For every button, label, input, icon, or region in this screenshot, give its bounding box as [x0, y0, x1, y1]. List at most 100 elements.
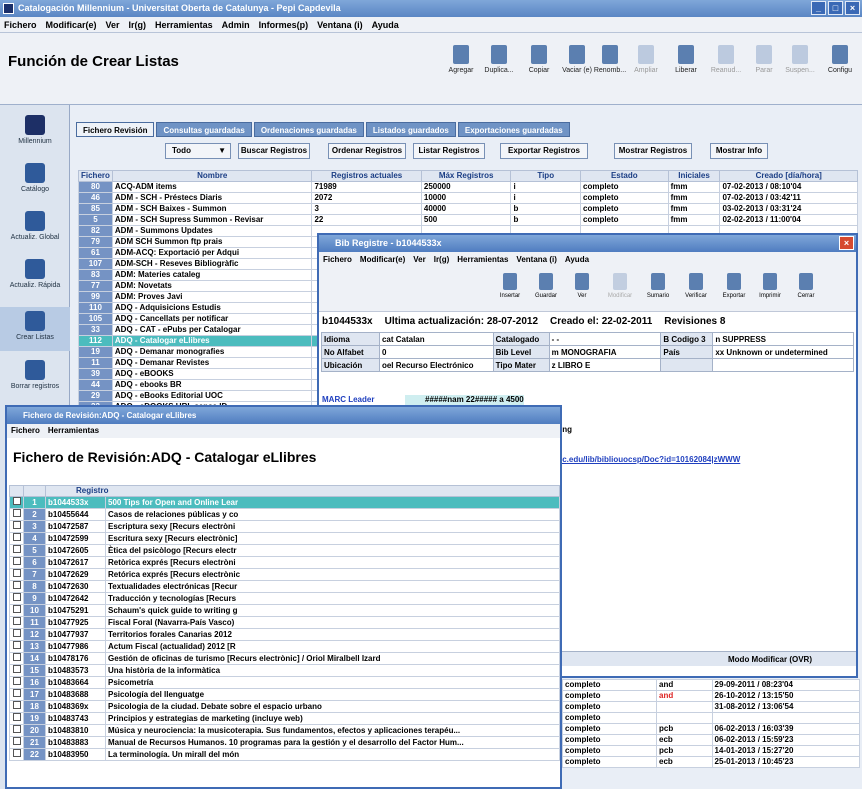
imprimir-button[interactable]: Imprimir: [755, 273, 785, 299]
table-row[interactable]: completo pcb 14-01-2013 / 15:27'20: [562, 745, 861, 757]
reanudar-button[interactable]: Reanud...: [708, 45, 744, 74]
row-checkbox[interactable]: [9, 724, 24, 737]
fixed-field-value[interactable]: m MONOGRAFIA: [548, 345, 662, 359]
review-menu-herramientas[interactable]: Herramientas: [48, 424, 99, 438]
exportar-button[interactable]: Exportar: [719, 273, 749, 299]
ver-button[interactable]: Ver: [567, 273, 597, 299]
col-estado[interactable]: Estado: [580, 170, 669, 182]
table-row[interactable]: 5 ADM - SCH Supress Summon - Revisar 22 500…: [78, 214, 858, 226]
maximize-icon[interactable]: □: [828, 1, 843, 15]
table-row[interactable]: 3 b10472587 Escriptura sexy [Recurs electr…: [9, 520, 560, 533]
table-row[interactable]: 22 b10483950 La terminología. Un mirall de…: [9, 748, 560, 761]
table-row[interactable]: 12 b10477937 Territorios forales Canarias …: [9, 628, 560, 641]
verificar-button[interactable]: Verificar: [681, 273, 711, 299]
fixed-field-value[interactable]: cat Catalan: [378, 332, 494, 346]
bib-menu-ayuda[interactable]: Ayuda: [565, 252, 589, 268]
table-row[interactable]: 13 b10477986 Actum Fiscal (actualidad) 201…: [9, 640, 560, 653]
fixed-field-value[interactable]: [712, 358, 854, 372]
bib-menu-ventana[interactable]: Ventana (i): [516, 252, 556, 268]
row-checkbox[interactable]: [9, 532, 24, 545]
col-max-registros[interactable]: Máx Registros: [420, 170, 512, 182]
table-row[interactable]: 10 b10475291 Schaum's quick guide to writi…: [9, 604, 560, 617]
bib-menu-ir[interactable]: Ir(g): [434, 252, 450, 268]
mostrar-registros-button[interactable]: Mostrar Registros: [614, 143, 692, 159]
row-checkbox[interactable]: [9, 556, 24, 569]
ordenar-registros-button[interactable]: Ordenar Registros: [328, 143, 406, 159]
sidebar-item-millennium[interactable]: Millennium: [0, 115, 70, 145]
menu-modificar[interactable]: Modificar(e): [46, 17, 97, 32]
bib-menu-herramientas[interactable]: Herramientas: [457, 252, 508, 268]
row-checkbox[interactable]: [9, 508, 24, 521]
menu-ver[interactable]: Ver: [106, 17, 120, 32]
agregar-button[interactable]: Agregar: [443, 45, 479, 74]
col-registros-actuales[interactable]: Registros actuales: [311, 170, 422, 182]
tab-consultas-guardadas[interactable]: Consultas guardadas: [156, 122, 252, 137]
table-row[interactable]: 80 ACQ-ADM items 71989 250000 i completo fmm 07…: [78, 181, 858, 193]
exportar-registros-button[interactable]: Exportar Registros: [500, 143, 588, 159]
fixed-field-value[interactable]: z LIBRO E: [548, 358, 662, 372]
row-checkbox[interactable]: [9, 712, 24, 725]
col-nombre[interactable]: Nombre: [111, 170, 313, 182]
fixed-field-value[interactable]: n SUPPRESS: [712, 332, 854, 346]
table-row[interactable]: 17 b10483688 Psicología del llenguatge: [9, 688, 560, 701]
fixed-field-value[interactable]: oel Recurso Electrónico: [378, 358, 494, 372]
duplicar-button[interactable]: Duplica...: [481, 45, 517, 74]
modificar-button[interactable]: Modificar: [605, 273, 635, 299]
menu-admin[interactable]: Admin: [222, 17, 250, 32]
table-row[interactable]: 14 b10478176 Gestión de oficinas de turism…: [9, 652, 560, 665]
menu-informes[interactable]: Informes(p): [259, 17, 309, 32]
sidebar-item-actualiz-rapida[interactable]: Actualiz. Rápida: [0, 259, 70, 289]
close-icon[interactable]: ×: [845, 1, 860, 15]
table-row[interactable]: completo ecb 25-01-2013 / 10:45'23: [562, 756, 861, 768]
sidebar-item-crear-listas[interactable]: Crear Listas: [0, 307, 70, 351]
suspender-button[interactable]: Suspen...: [782, 45, 818, 74]
row-checkbox[interactable]: [9, 700, 24, 713]
configurar-button[interactable]: Configu: [822, 45, 858, 74]
table-row[interactable]: completo ecb 06-02-2013 / 15:59'23: [562, 734, 861, 746]
fixed-field-value[interactable]: - -: [548, 332, 662, 346]
listar-registros-button[interactable]: Listar Registros: [413, 143, 485, 159]
close-icon[interactable]: ×: [839, 236, 854, 250]
review-menu-fichero[interactable]: Fichero: [11, 424, 40, 438]
tab-listados-guardados[interactable]: Listados guardados: [365, 122, 456, 137]
table-row[interactable]: completo and 29-09-2011 / 08:23'04: [562, 679, 861, 691]
row-checkbox[interactable]: [9, 616, 24, 629]
table-row[interactable]: completo and 26-10-2012 / 13:15'50: [562, 690, 861, 702]
menu-ventana[interactable]: Ventana (i): [317, 17, 363, 32]
table-row[interactable]: 7 b10472629 Retórica exprés [Recurs electr…: [9, 568, 560, 581]
sumario-button[interactable]: Sumario: [643, 273, 673, 299]
fixed-field-value[interactable]: 0: [378, 345, 494, 359]
table-row[interactable]: 85 ADM - SCH Baixes - Summon 3 40000 b comple…: [78, 203, 858, 215]
sidebar-item-catalogo[interactable]: Catálogo: [0, 163, 70, 193]
table-row[interactable]: completo pcb 06-02-2013 / 16:03'39: [562, 723, 861, 735]
row-checkbox[interactable]: [9, 748, 24, 761]
minimize-icon[interactable]: _: [811, 1, 826, 15]
menu-ayuda[interactable]: Ayuda: [372, 17, 399, 32]
bib-menu-ver[interactable]: Ver: [413, 252, 425, 268]
table-row[interactable]: completo 31-08-2012 / 13:06'54: [562, 701, 861, 713]
menu-ir[interactable]: Ir(g): [129, 17, 147, 32]
copiar-button[interactable]: Copiar: [521, 45, 557, 74]
table-row[interactable]: 19 b10483743 Principios y estrategias de m…: [9, 712, 560, 725]
parar-button[interactable]: Parar: [746, 45, 782, 74]
row-checkbox[interactable]: [9, 628, 24, 641]
row-checkbox[interactable]: [9, 736, 24, 749]
fixed-field-value[interactable]: xx Unknown or undetermined: [712, 345, 854, 359]
table-row[interactable]: completo: [562, 712, 861, 724]
row-checkbox[interactable]: [9, 604, 24, 617]
col-tipo[interactable]: Tipo: [510, 170, 581, 182]
table-row[interactable]: 2 b10455644 Casos de relaciones públicas y…: [9, 508, 560, 521]
row-checkbox[interactable]: [9, 676, 24, 689]
table-row[interactable]: 8 b10472630 Textualidades electrónicas [Re…: [9, 580, 560, 593]
menu-herramientas[interactable]: Herramientas: [155, 17, 213, 32]
row-checkbox[interactable]: [9, 688, 24, 701]
mostrar-info-button[interactable]: Mostrar Info: [710, 143, 768, 159]
liberar-button[interactable]: Liberar: [668, 45, 704, 74]
table-row[interactable]: 46 ADM - SCH - Préstecs Diaris 2072 10000 i c…: [78, 192, 858, 204]
table-row[interactable]: 4 b10472599 Escritura sexy [Recurs electrò…: [9, 532, 560, 545]
ampliar-button[interactable]: Ampliar: [628, 45, 664, 74]
cerrar-button[interactable]: Cerrar: [791, 273, 821, 299]
table-row[interactable]: 6 b10472617 Retòrica exprés [Recurs electr…: [9, 556, 560, 569]
row-checkbox[interactable]: [9, 496, 24, 509]
table-row[interactable]: 16 b10483664 Psicometría: [9, 676, 560, 689]
